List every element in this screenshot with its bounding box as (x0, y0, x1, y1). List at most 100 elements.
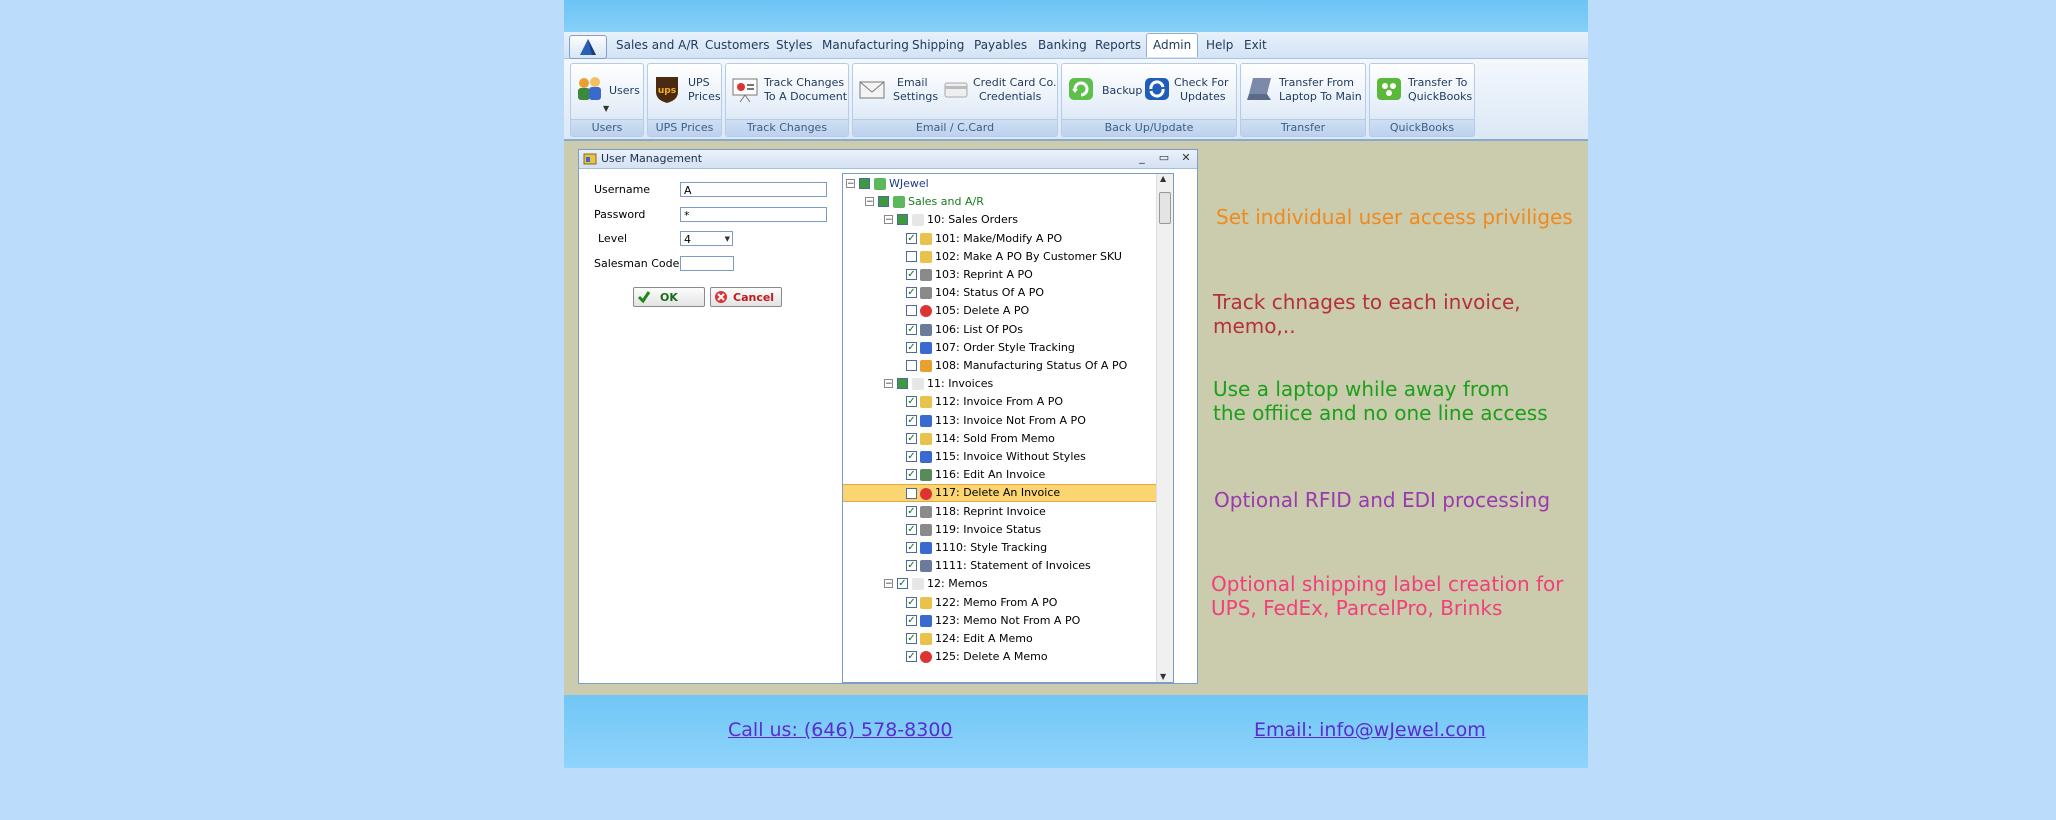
tree-node[interactable]: ✓ 123: Memo Not From A PO (843, 612, 1156, 630)
tree-node[interactable]: 117: Delete An Invoice (843, 484, 1156, 503)
tree-node[interactable]: ✓ 125: Delete A Memo (843, 648, 1156, 666)
tree-node[interactable]: ✓ 114: Sold From Memo (843, 430, 1156, 448)
permission-icon (920, 323, 932, 336)
permission-checkbox[interactable]: ✓ (906, 596, 917, 608)
collapse-icon[interactable]: − (884, 215, 893, 225)
tree-node[interactable]: ✓ 116: Edit An Invoice (843, 466, 1156, 484)
menu-sales[interactable]: Sales and A/R (610, 36, 705, 54)
permission-checkbox[interactable]: ✓ (906, 469, 917, 481)
menu-payables[interactable]: Payables (968, 36, 1033, 54)
permission-checkbox[interactable] (906, 360, 917, 371)
transfer-quickbooks-button[interactable]: Transfer To QuickBooks (1372, 70, 1472, 114)
menu-reports[interactable]: Reports (1089, 36, 1147, 54)
node-checkbox[interactable] (897, 214, 908, 226)
permission-checkbox[interactable]: ✓ (906, 232, 917, 244)
menu-banking[interactable]: Banking (1032, 36, 1093, 54)
node-checkbox[interactable]: ✓ (897, 578, 908, 590)
tree-node-label: 117: Delete An Invoice (935, 486, 1061, 500)
collapse-icon[interactable]: − (865, 197, 874, 207)
tree-node[interactable]: ✓ 106: List Of POs (843, 321, 1156, 339)
collapse-icon[interactable]: − (846, 179, 855, 189)
permission-checkbox[interactable]: ✓ (906, 396, 917, 408)
credit-card-button[interactable]: Credit Card Co. Credentials (939, 70, 1057, 114)
backup-button[interactable]: Backup (1064, 70, 1142, 114)
tree-node[interactable]: ✓ 112: Invoice From A PO (843, 393, 1156, 411)
tree-node[interactable]: ✓ 122: Memo From A PO (843, 594, 1156, 612)
permission-checkbox[interactable] (906, 488, 917, 500)
email-settings-button[interactable]: Email Settings (855, 70, 939, 114)
tree-node[interactable]: 102: Make A PO By Customer SKU (843, 248, 1156, 266)
permissions-tree[interactable]: − WJewel − Sales and A/R − 10: Sales Orders ✓ 1… (842, 173, 1174, 683)
users-group-label: Users (571, 119, 643, 136)
track-changes-button[interactable]: Track Changes To A Document (728, 70, 847, 114)
tree-node[interactable]: ✓ 1111: Statement of Invoices (843, 557, 1156, 575)
menu-manufacturing[interactable]: Manufacturing (816, 36, 915, 54)
tree-node[interactable]: − WJewel (843, 175, 1156, 193)
permission-checkbox[interactable]: ✓ (906, 542, 917, 553)
collapse-icon[interactable]: − (884, 579, 893, 589)
tree-node[interactable]: ✓ 1110: Style Tracking (843, 539, 1156, 557)
node-checkbox[interactable] (897, 378, 908, 390)
level-select[interactable]: 4 ▼ (680, 231, 733, 246)
tree-node[interactable]: ✓ 107: Order Style Tracking (843, 339, 1156, 357)
scroll-up-icon[interactable]: ▲ (1160, 174, 1166, 183)
tree-node[interactable]: ✓ 124: Edit A Memo (843, 630, 1156, 648)
tree-node[interactable]: ✓ 103: Reprint A PO (843, 266, 1156, 284)
menu-styles[interactable]: Styles (770, 36, 818, 54)
permission-icon (920, 633, 932, 645)
app-menu-button[interactable] (569, 35, 607, 59)
permission-checkbox[interactable]: ✓ (906, 432, 917, 444)
password-field[interactable]: * (680, 207, 827, 222)
permission-checkbox[interactable]: ✓ (906, 560, 917, 572)
users-button[interactable]: Users ▼ (573, 70, 640, 114)
maximize-icon[interactable]: ▭ (1157, 151, 1171, 165)
tree-node[interactable]: − Sales and A/R (843, 193, 1156, 211)
tree-node[interactable]: ✓ 119: Invoice Status (843, 521, 1156, 539)
node-checkbox[interactable] (859, 178, 870, 189)
permission-checkbox[interactable]: ✓ (906, 523, 917, 535)
tree-node[interactable]: − ✓ 12: Memos (843, 575, 1156, 593)
scroll-thumb[interactable] (1159, 192, 1171, 224)
node-checkbox[interactable] (878, 196, 889, 208)
permission-checkbox[interactable]: ✓ (906, 614, 917, 626)
permission-checkbox[interactable]: ✓ (906, 341, 917, 353)
phone-link[interactable]: Call us: (646) 578-8300 (728, 719, 953, 741)
tree-node[interactable]: ✓ 118: Reprint Invoice (843, 503, 1156, 521)
tree-scrollbar[interactable]: ▲ ▼ (1156, 174, 1173, 682)
permission-checkbox[interactable]: ✓ (906, 269, 917, 280)
scroll-down-icon[interactable]: ▼ (1160, 672, 1166, 681)
permission-checkbox[interactable] (906, 250, 917, 262)
tree-node[interactable]: − 10: Sales Orders (843, 211, 1156, 229)
permission-checkbox[interactable]: ✓ (906, 323, 917, 335)
permission-checkbox[interactable]: ✓ (906, 633, 917, 644)
tree-node[interactable]: 105: Delete A PO (843, 302, 1156, 320)
permission-checkbox[interactable] (906, 305, 917, 317)
menu-exit[interactable]: Exit (1238, 36, 1273, 54)
ups-prices-button[interactable]: ups UPS Prices (650, 70, 721, 114)
permission-checkbox[interactable]: ✓ (906, 451, 917, 462)
permission-checkbox[interactable]: ✓ (906, 287, 917, 299)
close-icon[interactable]: ✕ (1179, 151, 1193, 165)
salesman-code-field[interactable] (680, 256, 734, 271)
menu-customers[interactable]: Customers (699, 36, 776, 54)
tree-node[interactable]: − 11: Invoices (843, 375, 1156, 393)
collapse-icon[interactable]: − (884, 379, 893, 389)
menu-shipping[interactable]: Shipping (906, 36, 970, 54)
tree-node[interactable]: ✓ 104: Status Of A PO (843, 284, 1156, 302)
ok-button[interactable]: OK (633, 287, 705, 307)
tree-node[interactable]: ✓ 101: Make/Modify A PO (843, 230, 1156, 248)
minimize-icon[interactable]: _ (1135, 151, 1149, 165)
menu-help[interactable]: Help (1200, 36, 1239, 54)
permission-checkbox[interactable]: ✓ (906, 414, 917, 426)
cancel-button[interactable]: Cancel (710, 287, 782, 307)
tree-node[interactable]: ✓ 113: Invoice Not From A PO (843, 412, 1156, 430)
tree-node[interactable]: ✓ 115: Invoice Without Styles (843, 448, 1156, 466)
menu-admin[interactable]: Admin (1146, 33, 1199, 57)
username-field[interactable]: A (680, 182, 827, 197)
email-link[interactable]: Email: info@wJewel.com (1254, 719, 1486, 741)
tree-node[interactable]: 108: Manufacturing Status Of A PO (843, 357, 1156, 375)
check-updates-button[interactable]: Check For Updates (1140, 70, 1234, 114)
transfer-laptop-button[interactable]: Transfer From Laptop To Main (1243, 70, 1362, 114)
permission-checkbox[interactable]: ✓ (906, 505, 917, 517)
permission-checkbox[interactable]: ✓ (906, 651, 917, 663)
